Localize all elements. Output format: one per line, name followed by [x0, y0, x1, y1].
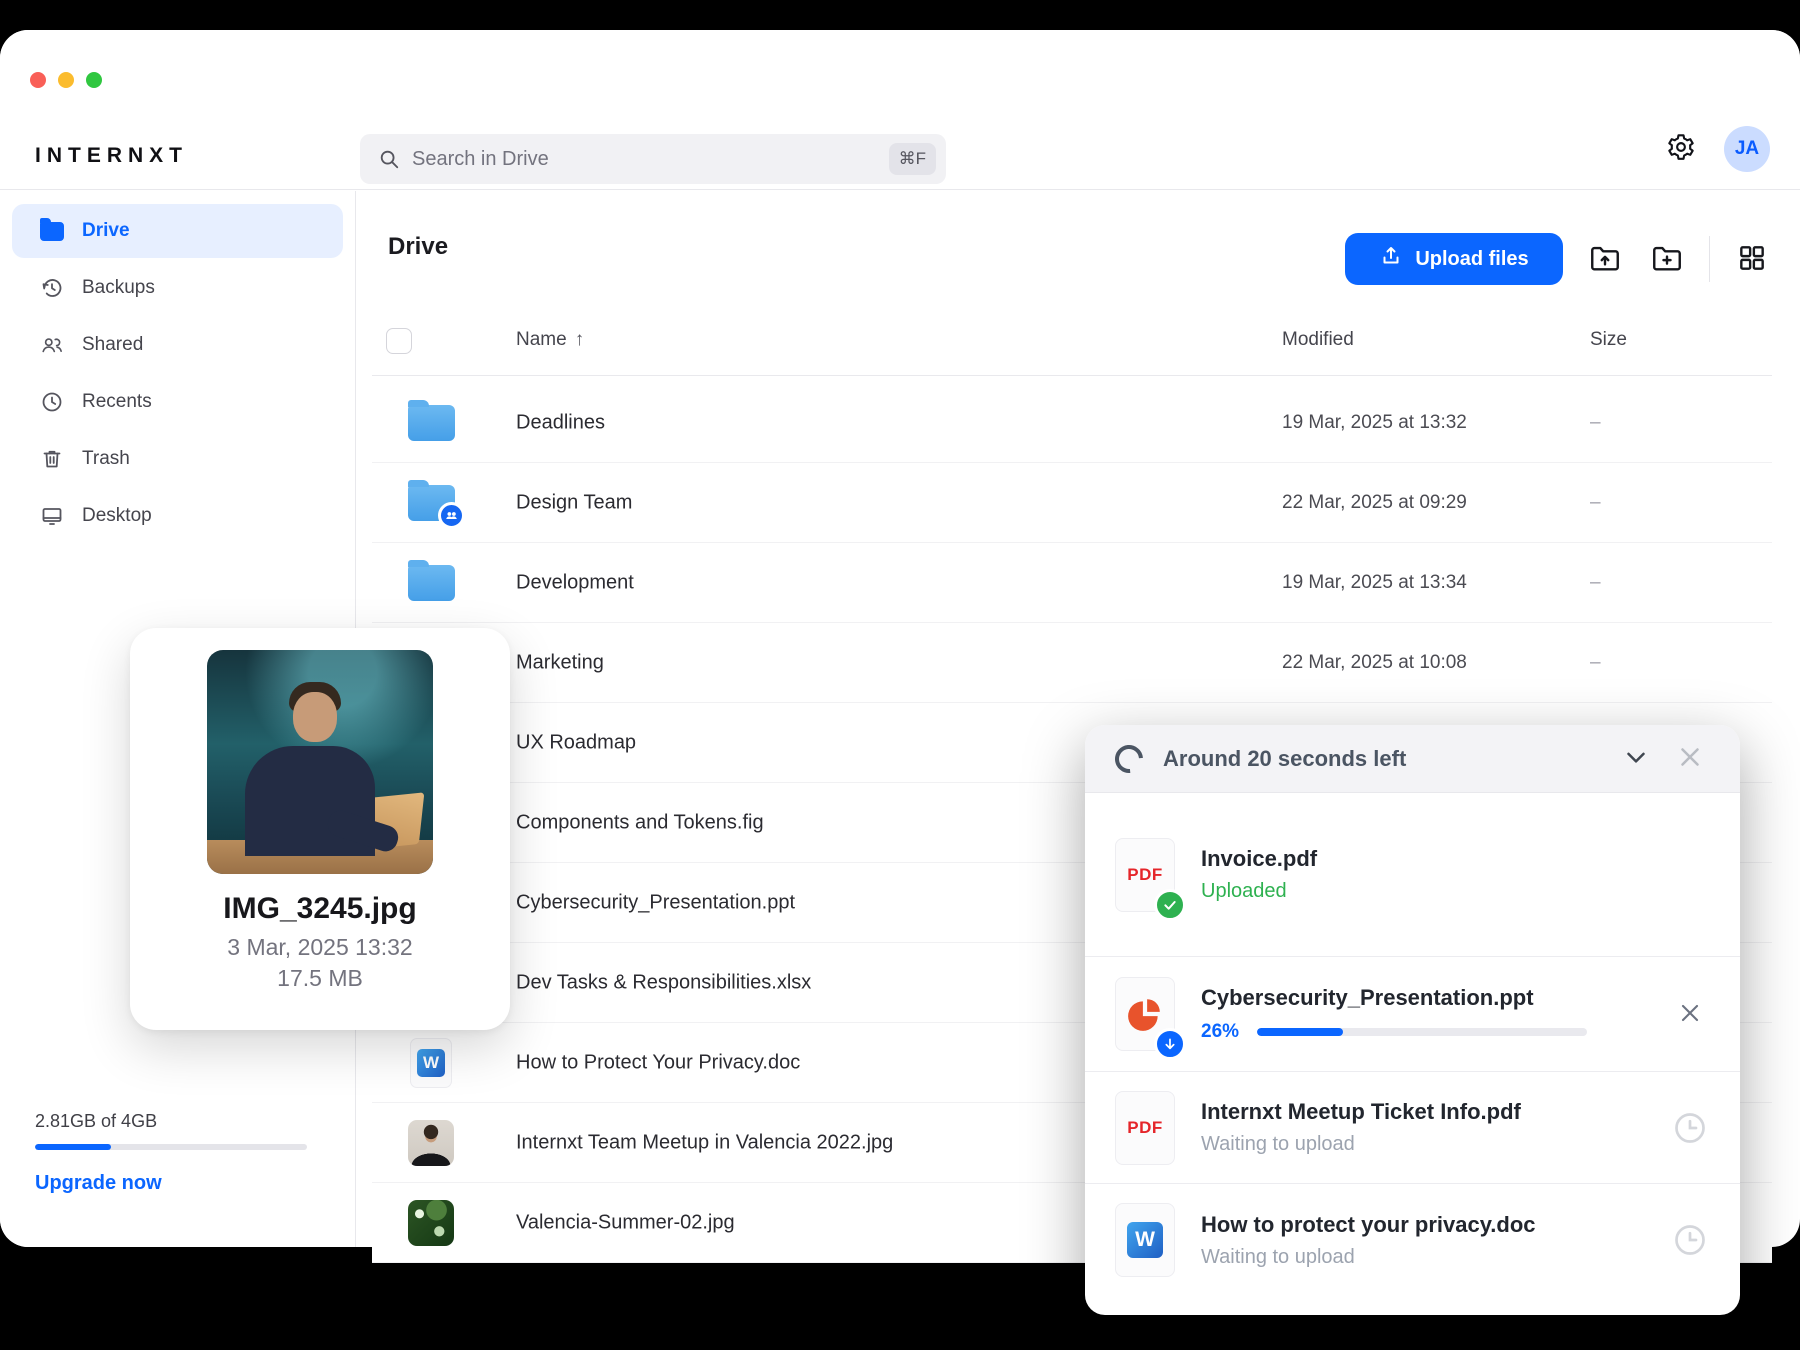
word-file-icon: W — [1115, 1203, 1175, 1277]
upload-status-label: Waiting to upload — [1201, 1133, 1355, 1155]
preview-size: 17.5 MB — [277, 965, 363, 991]
sidebar-item-trash[interactable]: Trash — [12, 432, 343, 486]
chevron-down-icon — [1621, 742, 1651, 775]
storage-usage-label: 2.81GB of 4GB — [35, 1111, 158, 1131]
monitor-icon — [40, 504, 64, 528]
preview-photo — [207, 650, 433, 874]
folder-plus-icon — [1650, 241, 1684, 278]
cancel-upload-button[interactable] — [1670, 994, 1710, 1034]
collapse-panel-button[interactable] — [1616, 739, 1656, 779]
table-row-marketing[interactable]: Marketing 22 Mar, 2025 at 10:08 – — [372, 623, 1772, 703]
table-header-divider — [372, 375, 1772, 376]
upload-files-button[interactable]: Upload files — [1345, 233, 1563, 285]
storage-widget: 2.81GB of 4GB Upgrade now — [35, 1111, 321, 1195]
photo-thumbnail — [408, 1199, 454, 1246]
upload-status-label: Waiting to upload — [1201, 1245, 1355, 1268]
table-row-development[interactable]: Development 19 Mar, 2025 at 13:34 – — [372, 543, 1772, 623]
history-icon — [40, 276, 64, 300]
preview-date: 3 Mar, 2025 13:32 — [227, 934, 413, 960]
search-placeholder: Search in Drive — [412, 147, 549, 170]
trash-icon — [40, 447, 64, 471]
upgrade-now-link[interactable]: Upgrade now — [35, 1172, 321, 1195]
sidebar-item-shared[interactable]: Shared — [12, 318, 343, 372]
upload-item-cybersecurity: Cybersecurity_Presentation.ppt 26% — [1085, 957, 1740, 1072]
upload-item-privacy-doc: W How to protect your privacy.doc Waitin… — [1085, 1184, 1740, 1296]
shared-folder-icon — [407, 479, 465, 529]
word-file-icon: W — [410, 1037, 452, 1088]
top-bar: INTERNXT Search in Drive ⌘F JA — [0, 30, 1800, 190]
gear-icon — [1666, 132, 1696, 167]
shared-users-badge-icon — [437, 501, 465, 529]
upload-icon — [1379, 244, 1403, 274]
preview-filename: IMG_3245.jpg — [223, 892, 417, 925]
column-header-modified: Modified — [1282, 329, 1354, 350]
file-preview-card: IMG_3245.jpg 3 Mar, 2025 13:32 17.5 MB — [130, 628, 510, 1030]
search-input[interactable]: Search in Drive ⌘F — [360, 134, 946, 184]
folder-icon — [407, 559, 455, 601]
clock-icon — [40, 390, 64, 414]
close-window-button[interactable] — [30, 72, 46, 88]
close-icon — [1675, 742, 1705, 775]
table-row-deadlines[interactable]: Deadlines 19 Mar, 2025 at 13:32 – — [372, 383, 1772, 463]
ppt-file-icon — [1115, 977, 1186, 1060]
close-panel-button[interactable] — [1670, 739, 1710, 779]
sidebar-item-backups[interactable]: Backups — [12, 261, 343, 315]
spinner-icon — [1109, 738, 1149, 779]
toolbar-divider — [1709, 236, 1710, 282]
upload-status-label: Uploaded — [1201, 880, 1287, 902]
pdf-file-icon: PDF — [1115, 837, 1186, 921]
search-shortcut-badge: ⌘F — [888, 143, 936, 175]
uploading-arrow-icon — [1154, 1028, 1186, 1060]
app-window: INTERNXT Search in Drive ⌘F JA Drive Bac… — [0, 30, 1800, 1315]
sort-ascending-icon: ↑ — [574, 329, 585, 350]
grid-view-button[interactable] — [1732, 239, 1772, 279]
storage-progress-track — [35, 1144, 307, 1150]
people-icon — [40, 333, 64, 357]
waiting-clock-icon — [1670, 1108, 1710, 1148]
sidebar-item-desktop[interactable]: Desktop — [12, 489, 343, 543]
upload-panel-header: Around 20 seconds left — [1085, 725, 1740, 793]
desktop-background: INTERNXT Search in Drive ⌘F JA Drive Bac… — [0, 0, 1800, 1350]
upload-time-remaining: Around 20 seconds left — [1163, 745, 1407, 771]
upload-progress-track — [1257, 1028, 1588, 1036]
table-row-design-team[interactable]: Design Team 22 Mar, 2025 at 09:29 – — [372, 463, 1772, 543]
upload-item-meetup-ticket: PDF Internxt Meetup Ticket Info.pdf Wait… — [1085, 1072, 1740, 1184]
column-header-size: Size — [1590, 329, 1627, 350]
close-icon — [1676, 999, 1704, 1030]
upload-item-invoice: PDF Invoice.pdf Uploaded — [1085, 793, 1740, 957]
upload-folder-button[interactable] — [1585, 239, 1625, 279]
select-all-checkbox[interactable] — [386, 328, 412, 354]
upload-progress-percent: 26% — [1201, 1021, 1240, 1042]
toolbar: Upload files — [1345, 233, 1772, 285]
new-folder-button[interactable] — [1647, 239, 1687, 279]
maximize-window-button[interactable] — [86, 72, 102, 88]
internxt-logo: INTERNXT — [35, 144, 188, 167]
settings-button[interactable] — [1664, 132, 1698, 166]
drive-folder-icon — [40, 217, 64, 243]
sidebar-item-drive[interactable]: Drive — [12, 204, 343, 258]
grid-view-icon — [1736, 242, 1768, 277]
sidebar-item-recents[interactable]: Recents — [12, 375, 343, 429]
upload-progress-panel: Around 20 seconds left PDF Invoice.pdf U… — [1085, 725, 1740, 1315]
waiting-clock-icon — [1670, 1220, 1710, 1260]
uploaded-check-icon — [1154, 888, 1186, 921]
folder-icon — [407, 399, 455, 441]
upload-progress-fill — [1257, 1028, 1343, 1036]
column-header-name[interactable]: Name ↑ — [516, 329, 584, 351]
search-icon — [378, 148, 400, 170]
page-title: Drive — [388, 233, 449, 260]
storage-progress-fill — [35, 1144, 112, 1150]
user-avatar[interactable]: JA — [1724, 126, 1770, 172]
photo-thumbnail — [408, 1119, 454, 1166]
minimize-window-button[interactable] — [58, 72, 74, 88]
folder-upload-icon — [1588, 241, 1622, 278]
table-header: Name ↑ Modified Size — [372, 310, 1772, 374]
pdf-file-icon: PDF — [1115, 1090, 1175, 1165]
